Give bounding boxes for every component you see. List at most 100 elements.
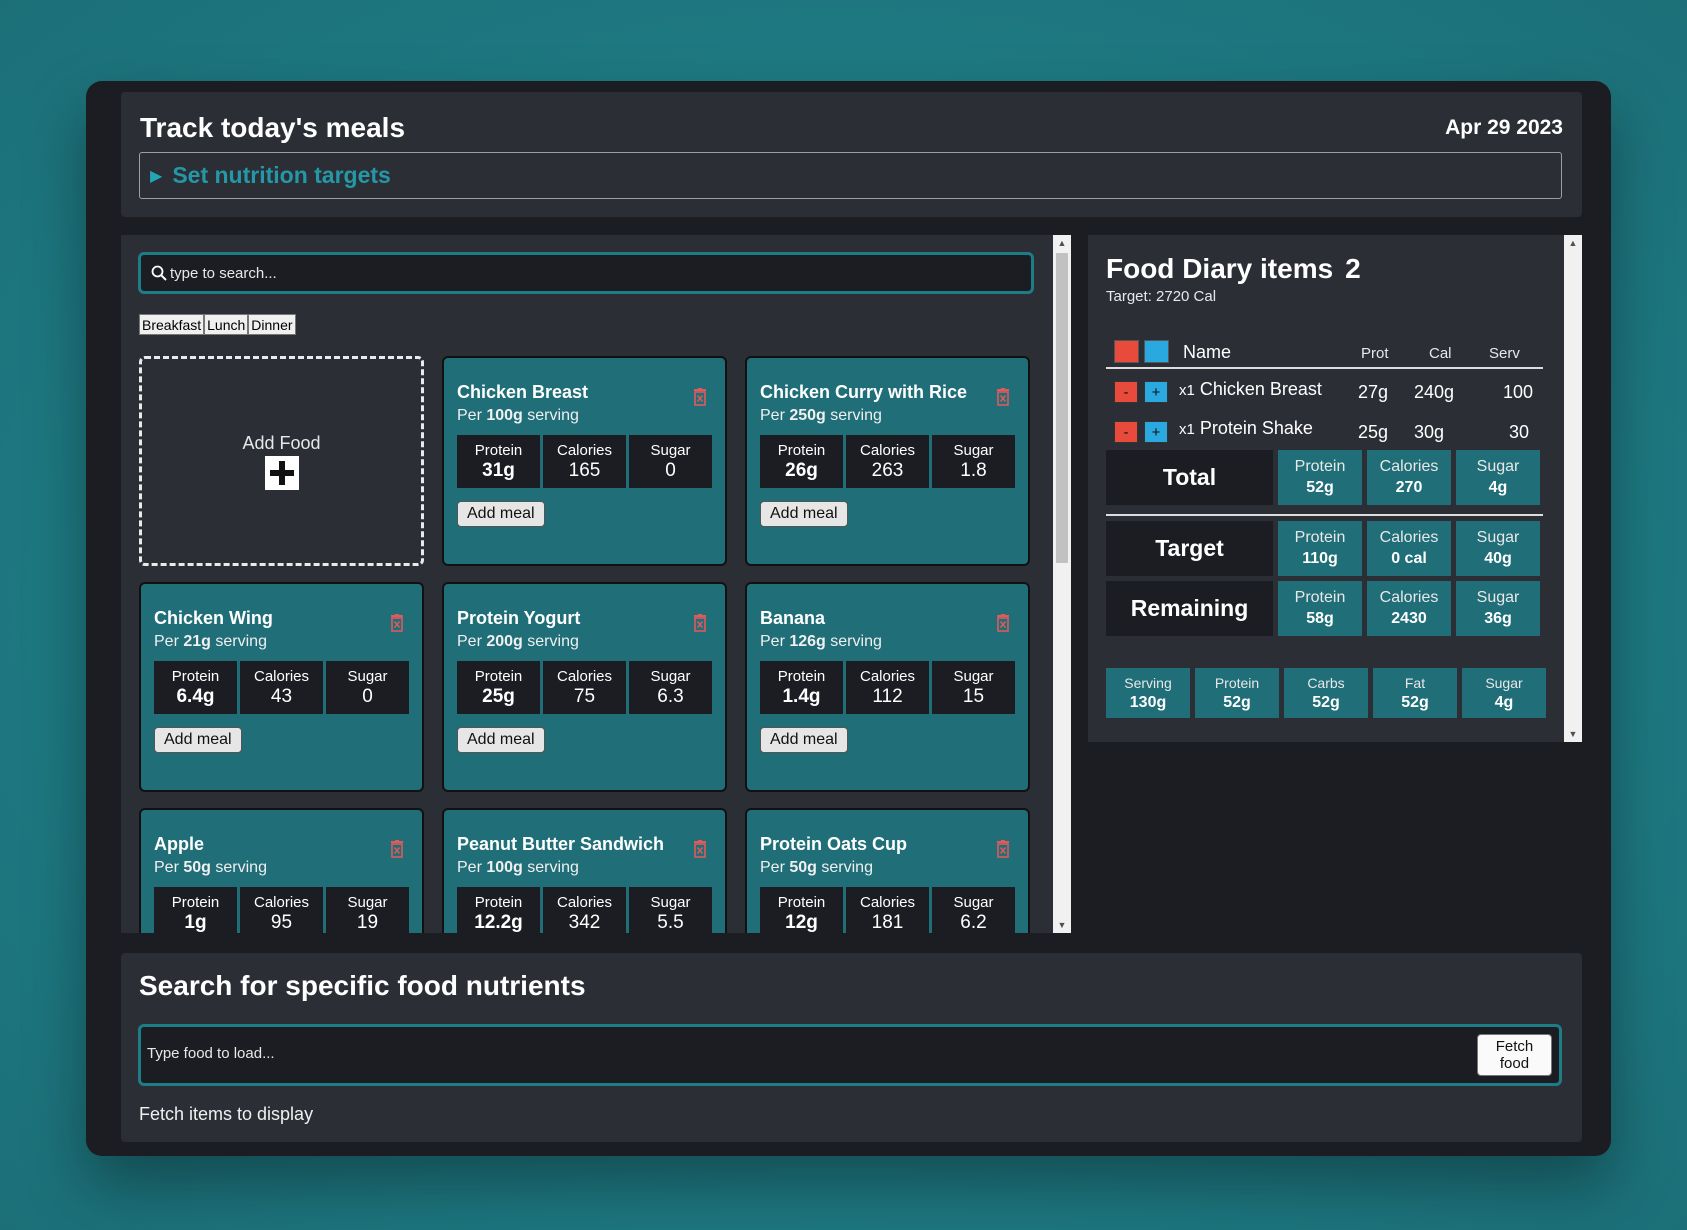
trash-icon[interactable] — [693, 840, 707, 858]
stat-label: Calories — [556, 893, 613, 911]
decrease-button[interactable]: - — [1114, 421, 1138, 443]
diary-scrollbar[interactable]: ▲ ▼ — [1564, 235, 1582, 742]
serving-unit: serving — [830, 407, 882, 424]
serving-per: Per — [154, 859, 179, 876]
food-serving: Per 250g serving — [760, 407, 1015, 425]
filter-dinner-button[interactable]: Dinner — [248, 314, 296, 335]
stat-sugar: Sugar 19 — [326, 887, 409, 933]
filter-breakfast-button[interactable]: Breakfast — [139, 314, 205, 335]
diary-row: - + x1 Chicken Breast 27g 240g 100 — [1106, 373, 1543, 409]
stat-value: 12g — [785, 911, 818, 933]
scroll-down-arrow-icon[interactable]: ▼ — [1564, 726, 1582, 742]
food-name: Chicken Breast — [457, 382, 589, 402]
stat-calories: Calories 43 — [240, 661, 323, 714]
trash-icon[interactable] — [693, 388, 707, 406]
scroll-down-arrow-icon[interactable]: ▼ — [1053, 917, 1071, 933]
foods-scrollbar[interactable]: ▲ ▼ — [1053, 235, 1071, 933]
increase-button[interactable]: + — [1144, 381, 1168, 403]
stat-value: 181 — [871, 911, 904, 933]
stat-calories: Calories 263 — [846, 435, 929, 488]
add-meal-button[interactable]: Add meal — [457, 727, 545, 753]
scroll-up-arrow-icon[interactable]: ▲ — [1564, 235, 1582, 251]
macro-value: 130g — [1129, 693, 1167, 711]
add-meal-button[interactable]: Add meal — [457, 501, 545, 527]
serving-per: Per — [760, 859, 785, 876]
macro-value: 52g — [1223, 693, 1251, 711]
scrollbar-thumb[interactable] — [1056, 253, 1068, 563]
add-meal-button[interactable]: Add meal — [154, 727, 242, 753]
stat-label: Sugar — [347, 893, 388, 911]
food-serving: Per 126g serving — [760, 633, 1015, 651]
food-stats: Protein 1.4g Calories 112 Sugar 15 — [760, 661, 1015, 714]
total-calories-value: 270 — [1395, 479, 1423, 496]
stat-calories: Calories 342 — [543, 887, 626, 933]
stat-protein: Protein 1.4g — [760, 661, 843, 714]
nutrient-search-title: Search for specific food nutrients — [139, 970, 586, 1001]
scroll-up-arrow-icon[interactable]: ▲ — [1053, 235, 1071, 251]
column-cal: Cal — [1429, 345, 1452, 362]
total-calories-label: Calories — [1379, 458, 1439, 475]
stat-sugar: Sugar 0 — [629, 435, 712, 488]
fetch-food-input[interactable] — [147, 1045, 1347, 1062]
trash-icon[interactable] — [996, 388, 1010, 406]
serving-per: Per — [760, 407, 785, 424]
add-all-button[interactable] — [1144, 340, 1169, 363]
target-row: Target Protein 110g Calories 0 cal Sugar 40… — [1106, 521, 1543, 576]
trash-icon[interactable] — [693, 614, 707, 632]
remove-all-button[interactable] — [1114, 340, 1139, 363]
diary-item-qty: x1 — [1179, 421, 1195, 438]
food-stats: Protein 12g Calories 181 Sugar 6.2 — [760, 887, 1015, 933]
stat-sugar: Sugar 1.8 — [932, 435, 1015, 488]
nutrition-targets-toggle[interactable]: ▶ Set nutrition targets — [139, 152, 1562, 199]
target-calories-label: Calories — [1379, 529, 1439, 546]
trash-icon[interactable] — [390, 614, 404, 632]
decrease-button[interactable]: - — [1114, 381, 1138, 403]
total-sugar: Sugar 4g — [1456, 450, 1540, 505]
add-food-card[interactable]: Add Food — [139, 356, 424, 566]
stat-label: Sugar — [347, 667, 388, 685]
stat-value: 19 — [356, 911, 379, 933]
food-name: Apple — [154, 834, 205, 854]
food-grid: Add Food Chicken Breast Per 100g serving P… — [139, 356, 1030, 933]
stat-sugar: Sugar 6.2 — [932, 887, 1015, 933]
stat-value: 112 — [872, 685, 903, 707]
macro-value: 52g — [1401, 693, 1429, 711]
stat-value: 95 — [270, 911, 293, 933]
food-serving: Per 21g serving — [154, 633, 409, 651]
stat-protein: Protein 12.2g — [457, 887, 540, 933]
macro-label: Fat — [1404, 674, 1426, 691]
food-search-box[interactable] — [138, 252, 1034, 294]
increase-button[interactable]: + — [1144, 421, 1168, 443]
food-name: Peanut Butter Sandwich — [457, 834, 665, 854]
stat-protein: Protein 25g — [457, 661, 540, 714]
total-sugar-label: Sugar — [1476, 458, 1520, 475]
serving-amount: 250g — [789, 407, 826, 424]
macro-fat: Fat 52g — [1373, 668, 1457, 718]
filter-lunch-button[interactable]: Lunch — [204, 314, 249, 335]
remaining-calories-value: 2430 — [1391, 610, 1427, 627]
fetch-food-button[interactable]: Fetch food — [1477, 1034, 1552, 1076]
total-sugar-value: 4g — [1488, 479, 1508, 496]
macro-label: Protein — [1214, 674, 1260, 691]
diary-target-calories: Target: 2720 Cal — [1106, 288, 1217, 305]
add-meal-button[interactable]: Add meal — [760, 501, 848, 527]
stat-label: Calories — [556, 667, 613, 685]
serving-unit: serving — [821, 859, 873, 876]
add-meal-button[interactable]: Add meal — [760, 727, 848, 753]
stat-label: Calories — [556, 441, 613, 459]
target-sugar: Sugar 40g — [1456, 521, 1540, 576]
column-name: Name — [1183, 342, 1232, 362]
stat-label: Sugar — [650, 441, 691, 459]
stat-protein: Protein 12g — [760, 887, 843, 933]
diary-item-serv: 30 — [1509, 422, 1530, 442]
trash-icon[interactable] — [996, 614, 1010, 632]
food-search-input[interactable] — [170, 264, 1010, 282]
food-card: Banana Per 126g serving Protein 1.4g Calorie… — [745, 582, 1030, 792]
stat-sugar: Sugar 15 — [932, 661, 1015, 714]
stat-value: 6.4g — [176, 685, 215, 707]
stat-label: Sugar — [650, 667, 691, 685]
trash-icon[interactable] — [390, 840, 404, 858]
stat-value: 1g — [184, 911, 207, 933]
diary-item-serv: 100 — [1503, 382, 1534, 402]
trash-icon[interactable] — [996, 840, 1010, 858]
